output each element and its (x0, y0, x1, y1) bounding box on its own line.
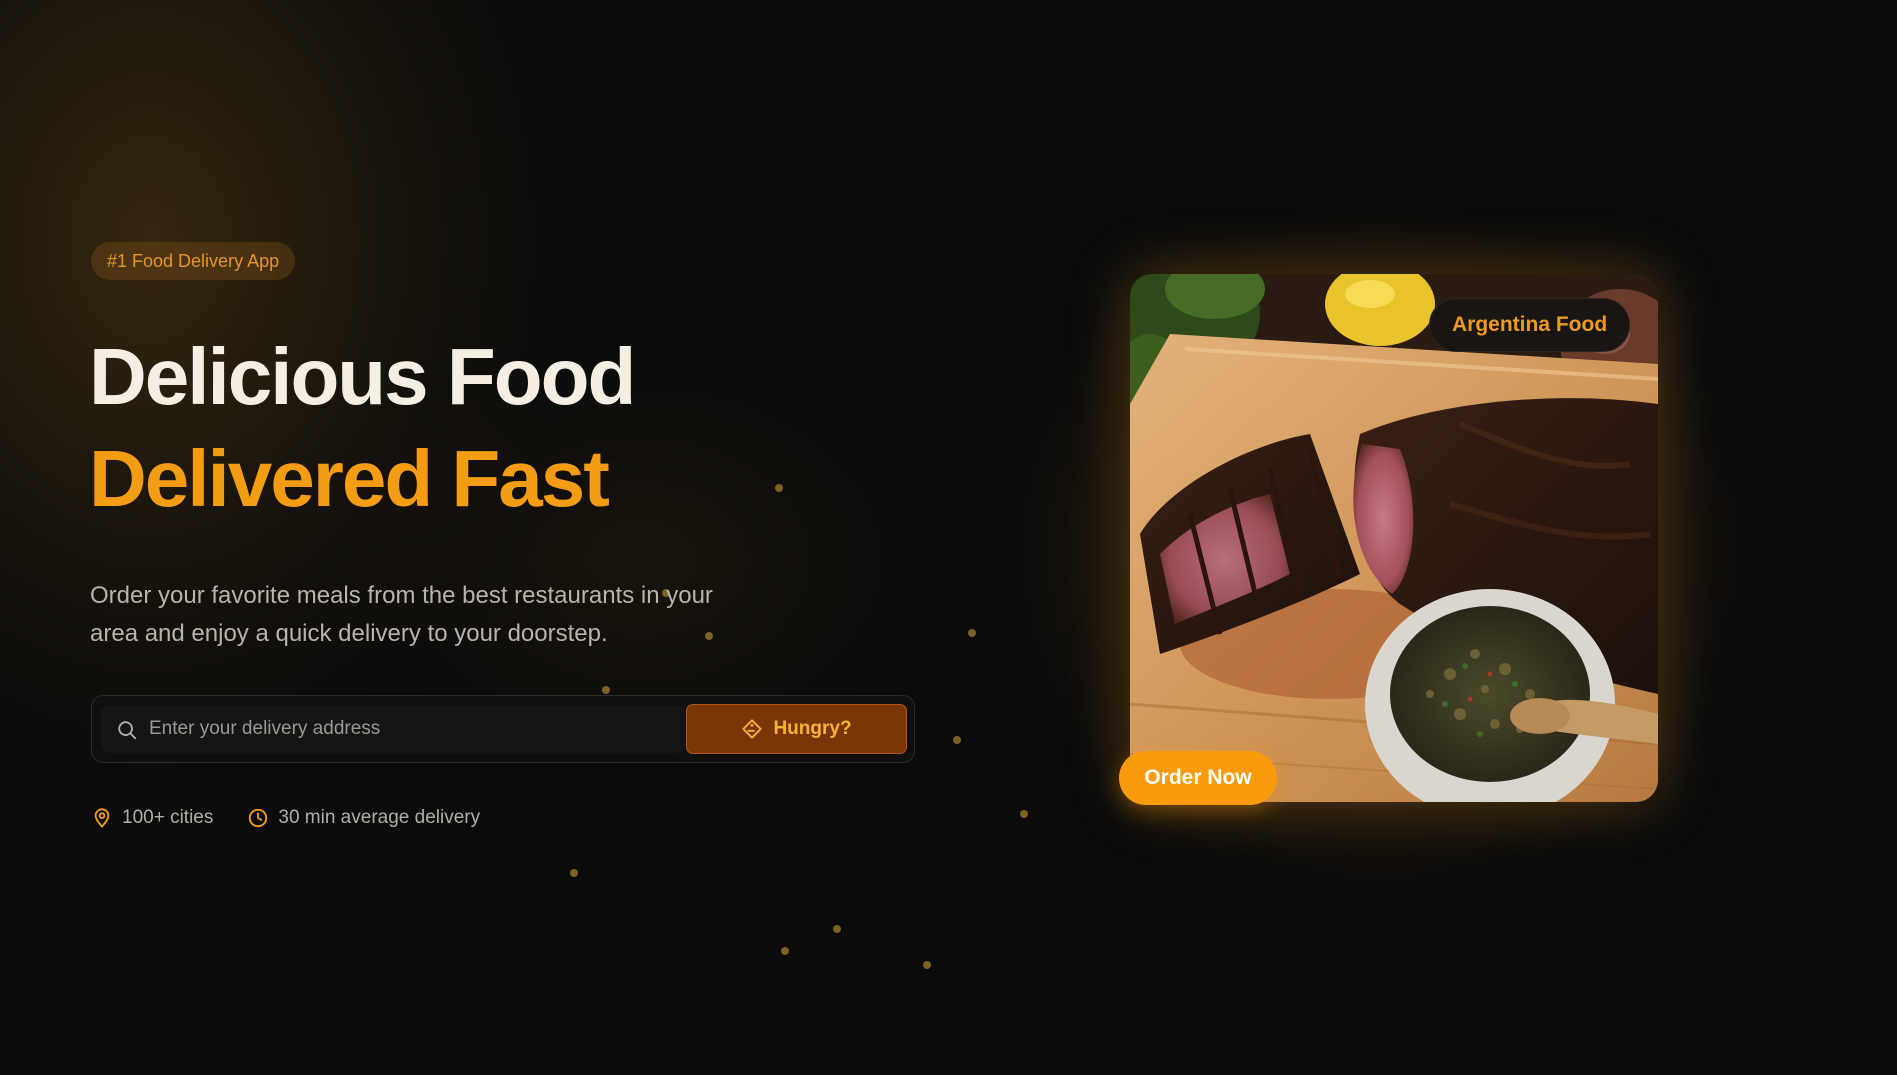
app-badge: #1 Food Delivery App (91, 242, 296, 280)
hungry-button[interactable]: Hungry? (686, 704, 907, 754)
hungry-button-label: Hungry? (773, 718, 852, 739)
decorative-dot (953, 736, 961, 744)
stat-cities: 100+ cities (91, 807, 213, 829)
map-pin-icon (94, 808, 110, 828)
decorative-dot (570, 869, 578, 877)
decorative-dot (602, 686, 610, 694)
steak-illustration (1130, 274, 1658, 802)
featured-food-image (1130, 274, 1658, 802)
stats-row: 100+ cities 30 min average delivery (91, 807, 480, 829)
cuisine-tag: Argentina Food (1429, 298, 1631, 352)
hero-page: #1 Food Delivery App Delicious Food Deli… (0, 0, 1897, 1075)
decorative-dot (833, 925, 841, 933)
decorative-dot (775, 484, 783, 492)
hero-description: Order your favorite meals from the best … (90, 582, 713, 647)
stat-delivery-time: 30 min average delivery (247, 807, 480, 829)
headline-line-2: Delivered Fast (89, 434, 610, 523)
address-field[interactable] (101, 705, 685, 753)
search-icon (118, 721, 137, 740)
decorative-dot (781, 947, 789, 955)
headline-line-1: Delicious Food (89, 332, 636, 421)
stat-delivery-label: 30 min average delivery (278, 807, 481, 828)
decorative-dot (923, 961, 931, 969)
order-now-button[interactable]: Order Now (1119, 751, 1277, 805)
address-search-bar: Hungry? (91, 695, 915, 763)
clock-icon (249, 808, 268, 828)
stat-cities-label: 100+ cities (122, 807, 214, 828)
decorative-dot (968, 629, 976, 637)
address-input[interactable] (149, 705, 669, 753)
tag-icon (742, 719, 763, 739)
